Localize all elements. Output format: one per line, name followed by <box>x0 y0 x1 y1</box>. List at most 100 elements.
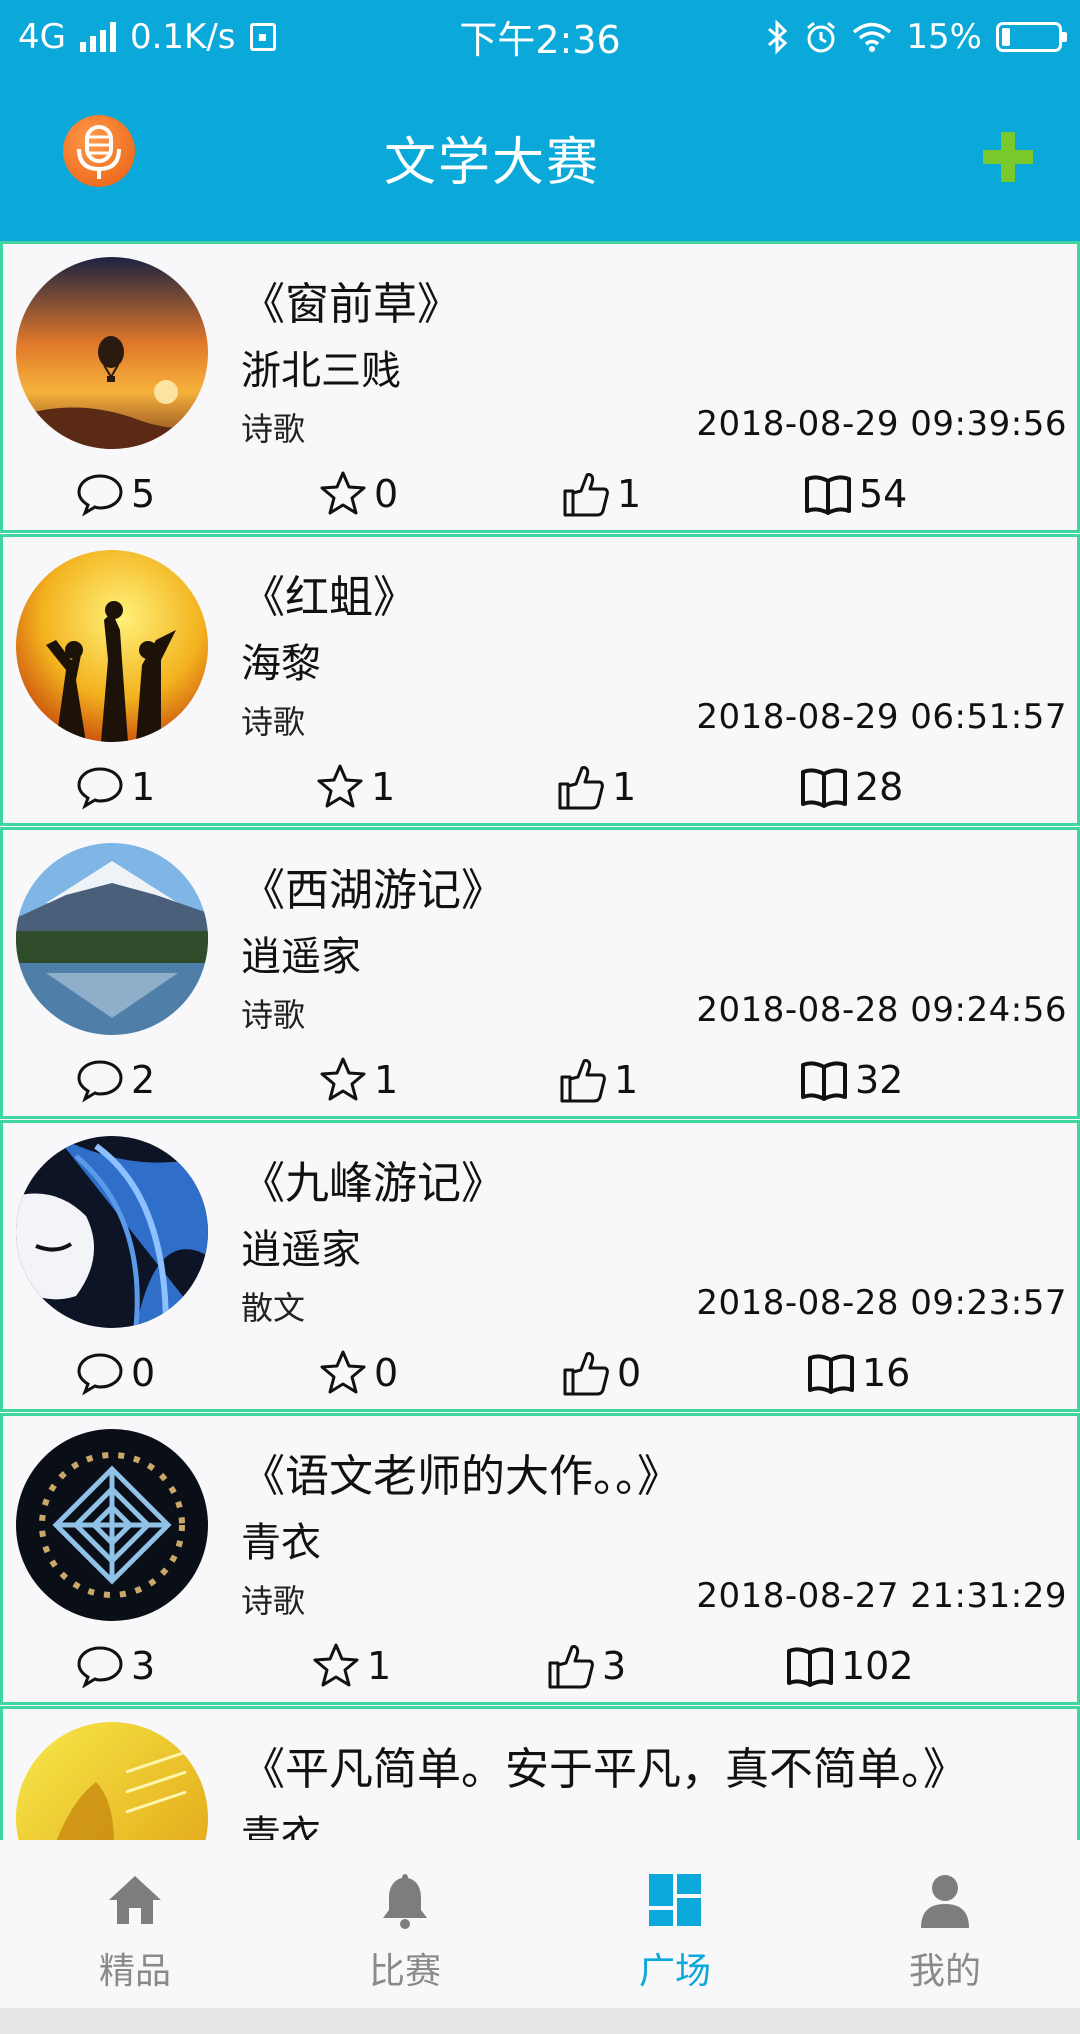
tab-featured[interactable]: 精品 <box>0 1840 270 2008</box>
read-stat[interactable]: 16 <box>806 1349 910 1397</box>
like-count: 0 <box>617 1351 642 1395</box>
comment-count: 1 <box>131 765 156 809</box>
book-icon <box>801 1061 847 1101</box>
read-count: 32 <box>855 1058 904 1102</box>
comment-stat[interactable]: 0 <box>75 1349 155 1397</box>
star-icon <box>320 1350 366 1394</box>
system-nav-strip <box>0 2008 1080 2034</box>
like-count: 3 <box>602 1644 627 1688</box>
wifi-icon <box>853 22 892 52</box>
avatar <box>16 1722 208 1840</box>
tab-contest[interactable]: 比赛 <box>270 1840 540 2008</box>
avatar <box>16 843 208 1035</box>
read-count: 54 <box>859 472 908 516</box>
star-icon <box>313 1643 359 1687</box>
app-bar: 文学大赛 <box>0 73 1080 241</box>
tab-label: 精品 <box>98 1951 171 1992</box>
work-title[interactable]: 《语文老师的大作。。》 <box>241 1440 681 1504</box>
user-icon <box>915 1870 975 1930</box>
home-icon <box>105 1870 165 1930</box>
work-time: 2018-08-29 06:51:57 <box>696 697 1067 737</box>
network-speed: 0.1K/s <box>129 16 236 57</box>
bell-icon <box>375 1870 435 1930</box>
work-title[interactable]: 《窗前草》 <box>241 268 461 332</box>
thumbs-up-icon <box>563 1352 609 1396</box>
work-title[interactable]: 《九峰游记》 <box>241 1147 505 1211</box>
star-icon <box>320 1057 366 1101</box>
network-type: 4G <box>18 16 66 57</box>
comment-stat[interactable]: 1 <box>75 763 155 811</box>
status-bar: 4G 0.1K/s ▪ 下午2:36 15% <box>0 0 1080 73</box>
grid-icon <box>645 1870 705 1930</box>
comment-icon <box>77 767 123 810</box>
tab-square[interactable]: 广场 <box>540 1840 810 2008</box>
work-author: 海黎 <box>241 641 321 687</box>
work-card[interactable]: 《西湖游记》 逍遥家 诗歌 2018-08-28 09:24:56 2 1 1 … <box>0 827 1080 1119</box>
work-card[interactable]: 《窗前草》 浙北三贱 诗歌 2018-08-29 09:39:56 5 0 1 … <box>0 241 1080 533</box>
favorite-count: 0 <box>374 472 399 516</box>
favorite-count: 1 <box>367 1644 392 1688</box>
work-time: 2018-08-29 09:39:56 <box>696 404 1067 444</box>
book-icon <box>787 1647 833 1687</box>
like-stat[interactable]: 1 <box>556 763 636 811</box>
favorite-count: 0 <box>374 1351 399 1395</box>
like-count: 1 <box>614 1058 639 1102</box>
work-genre: 诗歌 <box>241 410 306 448</box>
favorite-stat[interactable]: 0 <box>318 1349 398 1397</box>
like-stat[interactable]: 1 <box>561 470 641 518</box>
tab-mine[interactable]: 我的 <box>810 1840 1080 2008</box>
work-title[interactable]: 《西湖游记》 <box>241 854 505 918</box>
work-time: 2018-08-28 09:24:56 <box>696 990 1067 1030</box>
avatar <box>16 1429 208 1621</box>
work-author: 青衣 <box>241 1520 321 1566</box>
comment-stat[interactable]: 2 <box>75 1056 155 1104</box>
read-stat[interactable]: 32 <box>799 1056 903 1104</box>
read-stat[interactable]: 102 <box>785 1642 914 1690</box>
plus-icon[interactable] <box>978 128 1038 188</box>
thumbs-up-icon <box>548 1645 594 1689</box>
read-count: 28 <box>855 765 904 809</box>
comment-stat[interactable]: 5 <box>75 470 155 518</box>
book-icon <box>808 1354 854 1394</box>
work-genre: 诗歌 <box>241 1582 306 1620</box>
work-title[interactable]: 《平凡简单。安于平凡，真不简单。》 <box>241 1733 967 1797</box>
like-stat[interactable]: 3 <box>546 1642 626 1690</box>
works-list[interactable]: 《窗前草》 浙北三贱 诗歌 2018-08-29 09:39:56 5 0 1 … <box>0 241 1080 1840</box>
star-icon <box>320 471 366 515</box>
tab-label: 比赛 <box>368 1951 441 1992</box>
like-count: 1 <box>617 472 642 516</box>
tab-label: 我的 <box>908 1951 981 1992</box>
page-title: 文学大赛 <box>383 132 600 193</box>
work-card[interactable]: 《红蛆》 海黎 诗歌 2018-08-29 06:51:57 1 1 1 28 <box>0 534 1080 826</box>
avatar <box>16 257 208 449</box>
avatar <box>16 1136 208 1328</box>
favorite-stat[interactable]: 0 <box>318 470 398 518</box>
work-author: 逍遥家 <box>241 934 361 980</box>
work-author: 浙北三贱 <box>241 348 401 394</box>
sim-icon: ▪ <box>249 22 276 51</box>
bluetooth-icon <box>768 18 788 55</box>
comment-count: 5 <box>131 472 156 516</box>
read-stat[interactable]: 28 <box>799 763 903 811</box>
work-author: 逍遥家 <box>241 1227 361 1273</box>
clock: 下午2:36 <box>459 18 621 62</box>
like-count: 1 <box>612 765 637 809</box>
comment-icon <box>77 474 123 517</box>
work-title[interactable]: 《红蛆》 <box>241 561 417 625</box>
thumbs-up-icon <box>563 473 609 517</box>
work-card[interactable]: 《平凡简单。安于平凡，真不简单。》 青衣 <box>0 1706 1080 1840</box>
read-stat[interactable]: 54 <box>803 470 907 518</box>
bottom-nav: 精品 比赛 广场 我的 <box>0 1840 1080 2008</box>
work-card[interactable]: 《九峰游记》 逍遥家 散文 2018-08-28 09:23:57 0 0 0 … <box>0 1120 1080 1412</box>
like-stat[interactable]: 0 <box>561 1349 641 1397</box>
work-card[interactable]: 《语文老师的大作。。》 青衣 诗歌 2018-08-27 21:31:29 3 … <box>0 1413 1080 1705</box>
read-count: 16 <box>862 1351 911 1395</box>
comment-icon <box>77 1060 123 1103</box>
comment-count: 3 <box>131 1644 156 1688</box>
favorite-stat[interactable]: 1 <box>318 1056 398 1104</box>
favorite-stat[interactable]: 1 <box>315 763 395 811</box>
favorite-stat[interactable]: 1 <box>311 1642 391 1690</box>
like-stat[interactable]: 1 <box>558 1056 638 1104</box>
comment-stat[interactable]: 3 <box>75 1642 155 1690</box>
favorite-count: 1 <box>371 765 396 809</box>
